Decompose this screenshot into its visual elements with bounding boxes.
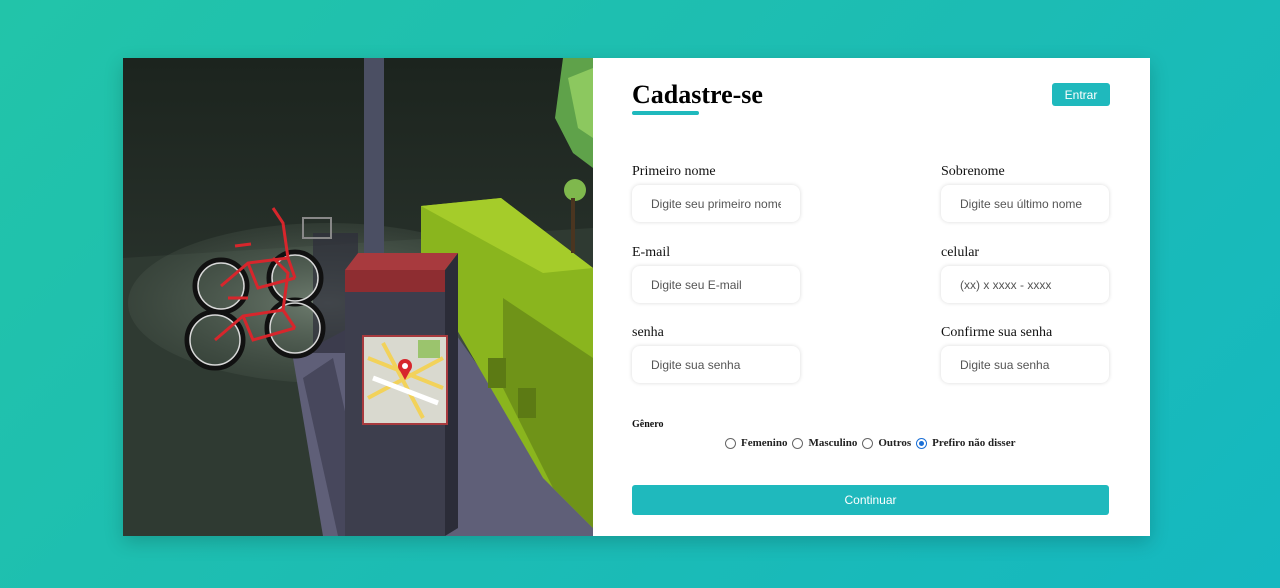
- radio-prefiro-nao-disser[interactable]: [916, 437, 928, 449]
- radio-outros[interactable]: [862, 437, 874, 449]
- email-label: E-mail: [632, 245, 671, 260]
- first-name-label: Primeiro nome: [632, 164, 716, 179]
- continue-button[interactable]: Continuar: [632, 485, 1109, 515]
- last-name-field: Sobrenome: [941, 164, 1109, 222]
- bike-station-illustration: [123, 58, 593, 536]
- gender-option-prefiro-nao-disser[interactable]: Prefiro não disser: [916, 437, 1015, 449]
- phone-field: celular: [941, 245, 1109, 303]
- gender-option-label: Outros: [878, 437, 912, 449]
- title-underline: [632, 111, 699, 115]
- confirm-password-label: Confirme sua senha: [941, 325, 1053, 340]
- gender-option-femenino[interactable]: Femenino: [725, 437, 787, 449]
- phone-label: celular: [941, 245, 980, 260]
- gender-option-label: Prefiro não disser: [932, 437, 1016, 449]
- radio-femenino[interactable]: [725, 437, 736, 449]
- radio-masculino[interactable]: [792, 437, 804, 449]
- signup-form: Cadastre-se Entrar Primeiro nome Sobreno…: [593, 58, 1150, 536]
- password-field: senha: [632, 325, 800, 383]
- gender-option-masculino[interactable]: Masculino: [792, 437, 857, 449]
- last-name-input[interactable]: [941, 185, 1109, 222]
- gender-option-outros[interactable]: Outros: [862, 437, 911, 449]
- last-name-label: Sobrenome: [941, 164, 1005, 179]
- email-field: E-mail: [632, 245, 800, 303]
- first-name-input[interactable]: [632, 185, 800, 222]
- gender-option-label: Femenino: [741, 437, 788, 449]
- signup-card: Cadastre-se Entrar Primeiro nome Sobreno…: [123, 58, 1150, 536]
- email-input[interactable]: [632, 266, 800, 303]
- gender-option-label: Masculino: [808, 437, 858, 449]
- confirm-password-field: Confirme sua senha: [941, 325, 1109, 383]
- password-label: senha: [632, 325, 664, 340]
- gender-title: Gênero: [632, 419, 664, 430]
- gender-radio-group: Femenino Masculino Outros Prefiro não di…: [725, 437, 1020, 449]
- phone-input[interactable]: [941, 266, 1109, 303]
- login-button[interactable]: Entrar: [1052, 83, 1110, 106]
- page-title: Cadastre-se: [632, 80, 763, 109]
- password-input[interactable]: [632, 346, 800, 383]
- first-name-field: Primeiro nome: [632, 164, 800, 222]
- confirm-password-input[interactable]: [941, 346, 1109, 383]
